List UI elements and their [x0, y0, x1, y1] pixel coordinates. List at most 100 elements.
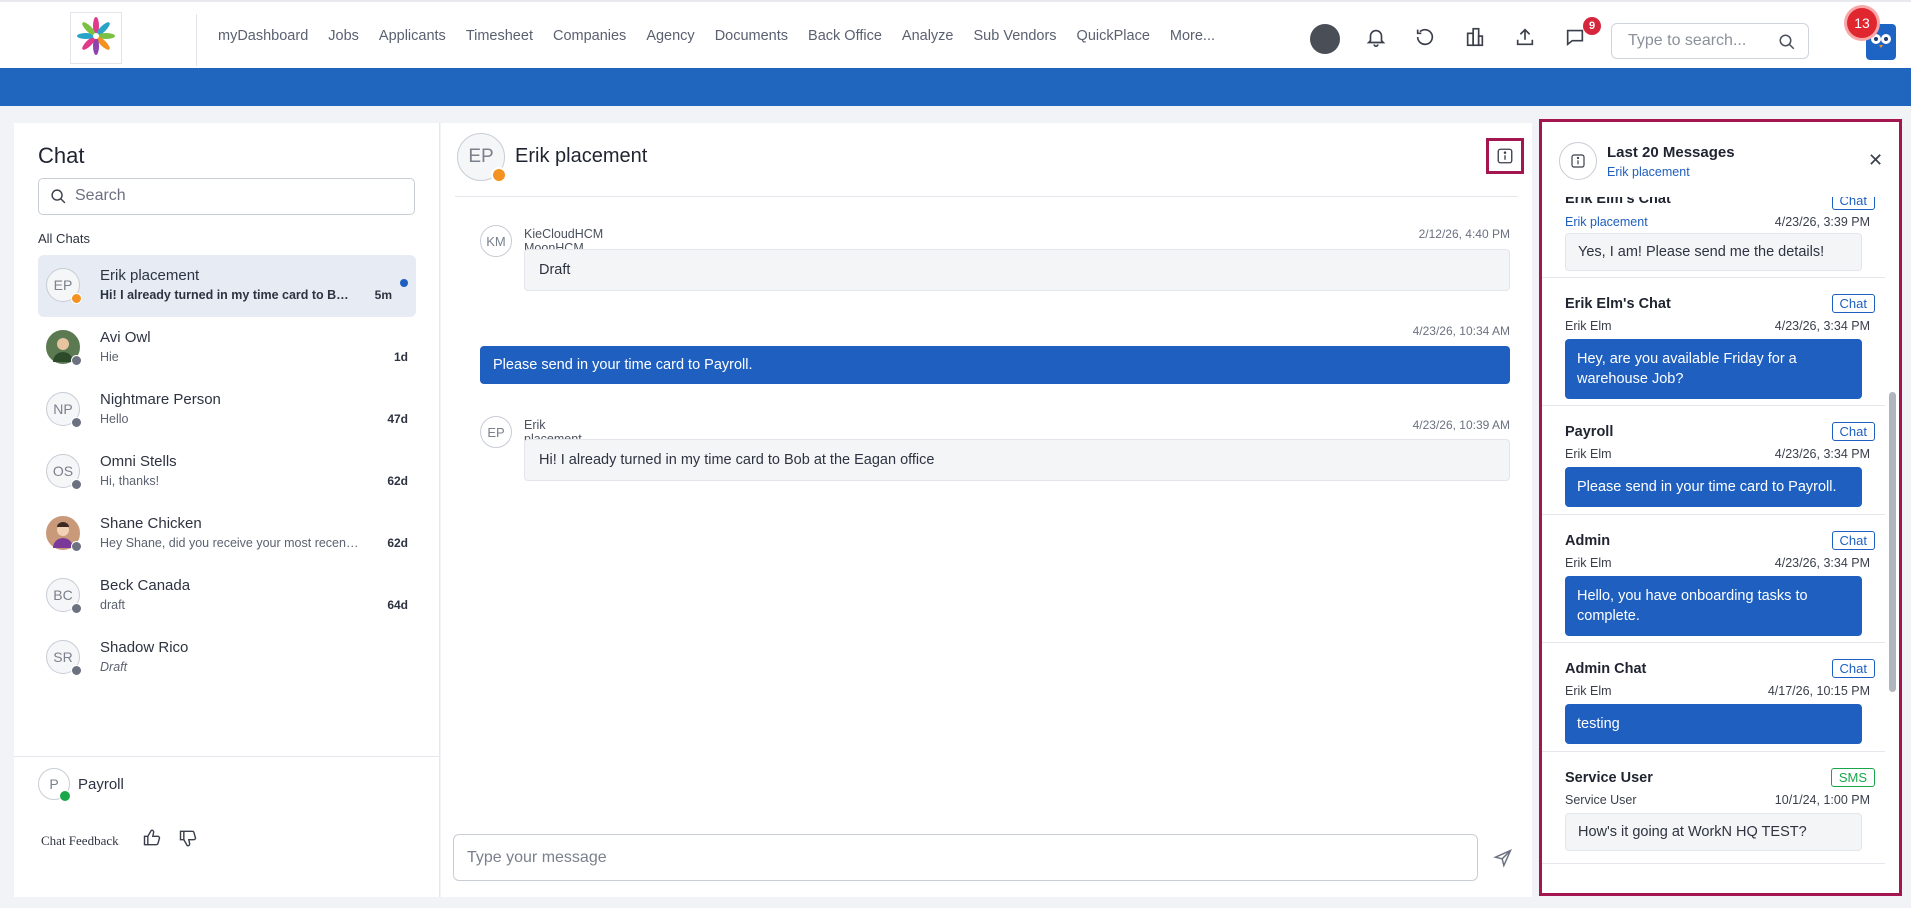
send-icon[interactable]	[1490, 845, 1516, 871]
nav-companies[interactable]: Companies	[553, 28, 626, 44]
nav-jobs[interactable]: Jobs	[328, 28, 359, 44]
message-card[interactable]: Erik Elm's Chat Chat Erik placement 4/23…	[1542, 197, 1885, 278]
card-message: Hey, are you available Friday for a ware…	[1565, 339, 1862, 399]
nav-timesheet[interactable]: Timesheet	[466, 28, 533, 44]
chat-item-beck-canada[interactable]: BC Beck Canada draft 64d	[38, 565, 416, 627]
thumbs-up-icon[interactable]	[141, 827, 163, 849]
panel-title: Last 20 Messages	[1607, 144, 1735, 161]
message-card[interactable]: Admin Chat Chat Erik Elm 4/17/26, 10:15 …	[1542, 643, 1885, 752]
status-away-indicator	[71, 293, 82, 304]
chat-item-name: Omni Stells	[100, 453, 177, 470]
nav-documents[interactable]: Documents	[715, 28, 788, 44]
card-sender: Service User	[1565, 793, 1637, 807]
close-icon[interactable]: ✕	[1868, 150, 1883, 171]
scrollbar[interactable]	[1885, 197, 1899, 893]
nav-sub-vendors[interactable]: Sub Vendors	[974, 28, 1057, 44]
channel-badge: SMS	[1830, 768, 1875, 787]
nav-more[interactable]: More...	[1170, 28, 1215, 44]
chat-item-omni-stells[interactable]: OS Omni Stells Hi, thanks! 62d	[38, 441, 416, 503]
status-offline-indicator	[71, 479, 82, 490]
card-title: Service User	[1565, 770, 1653, 786]
card-message: Yes, I am! Please send me the details!	[1565, 233, 1862, 271]
chat-item-shadow-rico[interactable]: SR Shadow Rico Draft	[38, 627, 416, 689]
card-time: 4/23/26, 3:34 PM	[1774, 319, 1870, 333]
conversation-panel: EP Erik placement KM KieCloudHCM MoonHCM…	[441, 123, 1532, 897]
status-offline-indicator	[71, 665, 82, 676]
message-card[interactable]: Service User SMS Service User 10/1/24, 1…	[1542, 752, 1885, 864]
chat-item-preview: Hello	[100, 412, 129, 426]
nav-agency[interactable]: Agency	[646, 28, 694, 44]
avatar: EP	[480, 416, 512, 448]
bell-icon[interactable]	[1362, 23, 1390, 51]
message-card[interactable]: Admin Chat Erik Elm 4/23/26, 3:34 PM Hel…	[1542, 515, 1885, 643]
user-avatar[interactable]	[1310, 24, 1340, 54]
nav-applicants[interactable]: Applicants	[379, 28, 446, 44]
scrollbar-thumb[interactable]	[1889, 392, 1896, 692]
chat-item-time: 5m	[374, 288, 392, 302]
message-time: 4/23/26, 10:39 AM	[1412, 418, 1510, 432]
chat-item-name: Avi Owl	[100, 329, 151, 346]
card-message: testing	[1565, 704, 1862, 744]
chat-item-shane-chicken[interactable]: Shane Chicken Hey Shane, did you receive…	[38, 503, 416, 565]
status-offline-indicator	[71, 541, 82, 552]
card-sender[interactable]: Erik placement	[1565, 215, 1648, 229]
nav-quickplace[interactable]: QuickPlace	[1077, 28, 1150, 44]
chat-item-time: 64d	[387, 598, 408, 612]
chat-item-name: Erik placement	[100, 267, 200, 284]
info-icon	[1559, 142, 1597, 180]
card-message: Please send in your time card to Payroll…	[1565, 467, 1862, 507]
chat-list-panel: Chat All Chats EP Erik placement Hi! I a…	[14, 123, 440, 897]
channel-badge: Chat	[1831, 659, 1875, 678]
chat-item-preview: Hi! I already turned in my time card to …	[100, 288, 355, 302]
message-bubble: Hi! I already turned in my time card to …	[524, 439, 1510, 481]
card-title: Erik Elm's Chat	[1565, 197, 1671, 207]
top-navbar: myDashboard Jobs Applicants Timesheet Co…	[0, 0, 1911, 68]
status-away-indicator	[491, 167, 507, 183]
last-messages-header: Last 20 Messages Erik placement ✕	[1542, 122, 1899, 197]
messages-badge: 9	[1583, 17, 1601, 35]
card-message: Hello, you have onboarding tasks to comp…	[1565, 576, 1862, 636]
notifications-badge: 13	[1847, 8, 1877, 38]
chat-item-time: 1d	[393, 350, 408, 364]
nav-back-office[interactable]: Back Office	[808, 28, 882, 44]
chat-item-erik-placement[interactable]: EP Erik placement Hi! I already turned i…	[38, 255, 416, 317]
chat-item-preview: Draft	[100, 660, 128, 674]
chat-feedback-label: Chat Feedback	[41, 833, 119, 848]
company-logo[interactable]	[70, 12, 122, 64]
chat-item-avi-owl[interactable]: Avi Owl Hie 1d	[38, 317, 416, 379]
status-offline-indicator	[71, 603, 82, 614]
nav-analyze[interactable]: Analyze	[902, 28, 954, 44]
header-banner	[0, 68, 1911, 106]
upload-icon[interactable]	[1511, 23, 1539, 51]
search-icon[interactable]	[1778, 33, 1796, 51]
global-search[interactable]	[1611, 23, 1809, 59]
message-card[interactable]: Erik Elm's Chat Chat Erik Elm 4/23/26, 3…	[1542, 278, 1885, 406]
building-icon[interactable]	[1461, 23, 1489, 51]
card-title: Erik Elm's Chat	[1565, 296, 1671, 312]
info-button[interactable]	[1486, 138, 1524, 174]
card-title: Admin	[1565, 533, 1611, 549]
chat-item-nightmare-person[interactable]: NP Nightmare Person Hello 47d	[38, 379, 416, 441]
message-input[interactable]	[467, 849, 1447, 867]
history-icon[interactable]	[1411, 23, 1439, 51]
card-time: 10/1/24, 1:00 PM	[1774, 793, 1870, 807]
thumbs-down-icon[interactable]	[177, 827, 199, 849]
chat-search[interactable]	[38, 178, 415, 215]
message-time: 2/12/26, 4:40 PM	[1418, 227, 1510, 241]
card-sender: Erik Elm	[1565, 684, 1612, 698]
global-search-input[interactable]	[1628, 32, 1778, 50]
current-user-name: Payroll	[78, 776, 124, 793]
chat-item-name: Shane Chicken	[100, 515, 202, 532]
message-bubble: Draft	[524, 249, 1510, 291]
panel-subtitle[interactable]: Erik placement	[1607, 165, 1690, 179]
panel-divider	[14, 756, 440, 757]
conversation-title: Erik placement	[515, 145, 648, 167]
card-time: 4/23/26, 3:34 PM	[1774, 447, 1870, 461]
card-title: Admin Chat	[1565, 661, 1647, 677]
chat-search-input[interactable]	[75, 187, 395, 205]
message-composer[interactable]	[453, 834, 1478, 881]
nav-mydashboard[interactable]: myDashboard	[218, 28, 308, 44]
info-icon	[1497, 148, 1513, 164]
search-icon	[51, 189, 66, 204]
message-card[interactable]: Payroll Chat Erik Elm 4/23/26, 3:34 PM P…	[1542, 406, 1885, 515]
